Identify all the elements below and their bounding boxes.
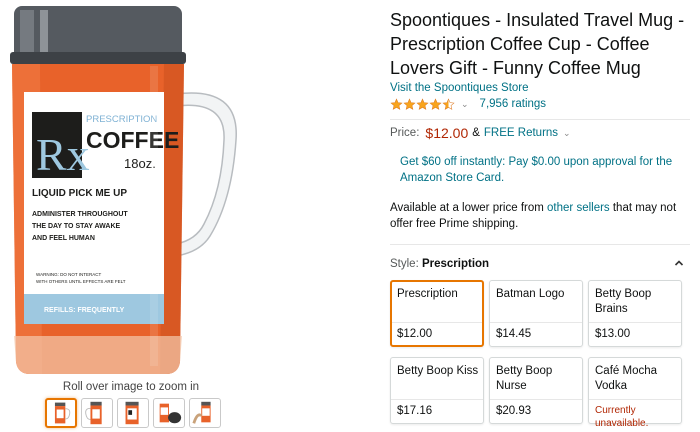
store-card-promo[interactable]: Get $60 off instantly: Pay $0.00 upon ap… [390, 154, 680, 186]
variant-option-batman-logo[interactable]: Batman Logo $14.45 [489, 280, 583, 347]
svg-text:THE DAY TO STAY AWAKE: THE DAY TO STAY AWAKE [32, 223, 121, 230]
free-returns-link[interactable]: FREE Returns [484, 127, 558, 139]
product-image[interactable]: Rx PRESCRIPTION COFFEE 18oz. LIQUID PICK… [0, 0, 262, 380]
variant-name: Prescription [397, 288, 458, 300]
style-header[interactable]: Style: Prescription [390, 255, 690, 271]
price-label: Price: [390, 127, 420, 139]
rx-glyph: Rx [36, 129, 90, 180]
variant-option-cafe-mocha-vodka[interactable]: Café Mocha Vodka Currently unavailable. [588, 357, 682, 429]
divider [390, 244, 690, 245]
image-thumbnails [45, 398, 221, 428]
variant-name: Betty Boop Brains [595, 288, 652, 315]
ratings-count-link[interactable]: 7,956 ratings [480, 98, 547, 110]
svg-text:REFILLS: FREQUENTLY: REFILLS: FREQUENTLY [44, 307, 125, 314]
chevron-up-icon[interactable] [674, 258, 684, 268]
other-sellers-link[interactable]: other sellers [547, 202, 610, 214]
thumbnail-4[interactable] [153, 398, 185, 428]
price-ampersand: & [472, 127, 480, 139]
variant-name: Betty Boop Kiss [397, 365, 479, 377]
rating-row: ⌄ 7,956 ratings [390, 96, 690, 112]
variant-name: Betty Boop Nurse [496, 365, 553, 392]
style-value: Prescription [421, 258, 490, 270]
variant-price: $14.45 [496, 328, 532, 340]
variant-option-betty-boop-nurse[interactable]: Betty Boop Nurse $20.93 [489, 357, 583, 424]
lower-price-prefix: Available at a lower price from [390, 202, 548, 214]
divider [390, 119, 690, 120]
price-amount: $12.00 [425, 125, 469, 141]
star-icon [429, 97, 442, 110]
style-variant-grid: Prescription $12.00 Batman Logo $14.45 B… [390, 280, 690, 429]
variant-price: $17.16 [397, 405, 433, 417]
variant-price: $12.00 [397, 328, 433, 340]
star-rating[interactable] [390, 97, 455, 111]
zoom-hint: Roll over image to zoom in [62, 381, 200, 393]
price-row: Price: $12.00 & FREE Returns ⌄ [390, 124, 690, 142]
variant-option-betty-boop-brains[interactable]: Betty Boop Brains $13.00 [588, 280, 682, 347]
variant-option-prescription[interactable]: Prescription $12.00 [390, 280, 484, 347]
svg-text:ADMINISTER THROUGHOUT: ADMINISTER THROUGHOUT [32, 211, 128, 218]
product-image-area[interactable]: Rx PRESCRIPTION COFFEE 18oz. LIQUID PICK… [0, 0, 262, 428]
svg-text:PRESCRIPTION: PRESCRIPTION [86, 114, 157, 125]
svg-text:WARNING: DO NOT INTERACT: WARNING: DO NOT INTERACT [36, 272, 102, 277]
star-icon [403, 97, 416, 110]
svg-text:COFFEE: COFFEE [86, 127, 179, 153]
chevron-down-icon[interactable]: ⌄ [461, 99, 469, 110]
variant-option-betty-boop-kiss[interactable]: Betty Boop Kiss $17.16 [390, 357, 484, 424]
star-icon [390, 97, 403, 110]
chevron-down-icon[interactable]: ⌄ [563, 128, 571, 139]
variant-unavailable-status: Currently unavailable. [595, 405, 649, 429]
thumbnail-1[interactable] [45, 398, 77, 428]
variant-name: Café Mocha Vodka [595, 365, 658, 392]
variant-price: $20.93 [496, 405, 532, 417]
svg-text:AND FEEL HUMAN: AND FEEL HUMAN [32, 235, 95, 242]
thumbnail-2[interactable] [81, 398, 113, 428]
thumbnail-5[interactable] [189, 398, 221, 428]
thumbnail-3[interactable] [117, 398, 149, 428]
svg-text:LIQUID PICK ME UP: LIQUID PICK ME UP [32, 188, 127, 199]
star-icon [416, 97, 429, 110]
star-half-icon [442, 97, 455, 110]
svg-text:WITH OTHERS UNTIL EFFECTS ARE: WITH OTHERS UNTIL EFFECTS ARE FELT [36, 279, 126, 284]
variant-name: Batman Logo [496, 288, 565, 300]
product-title: Spoontiques - Insulated Travel Mug - Pre… [390, 10, 685, 78]
store-link[interactable]: Visit the Spoontiques Store [390, 82, 690, 94]
style-label: Style: [390, 258, 422, 270]
product-details: Spoontiques - Insulated Travel Mug - Pre… [390, 8, 690, 429]
variant-price: $13.00 [595, 328, 631, 340]
lower-price-notice: Available at a lower price from other se… [390, 200, 690, 232]
